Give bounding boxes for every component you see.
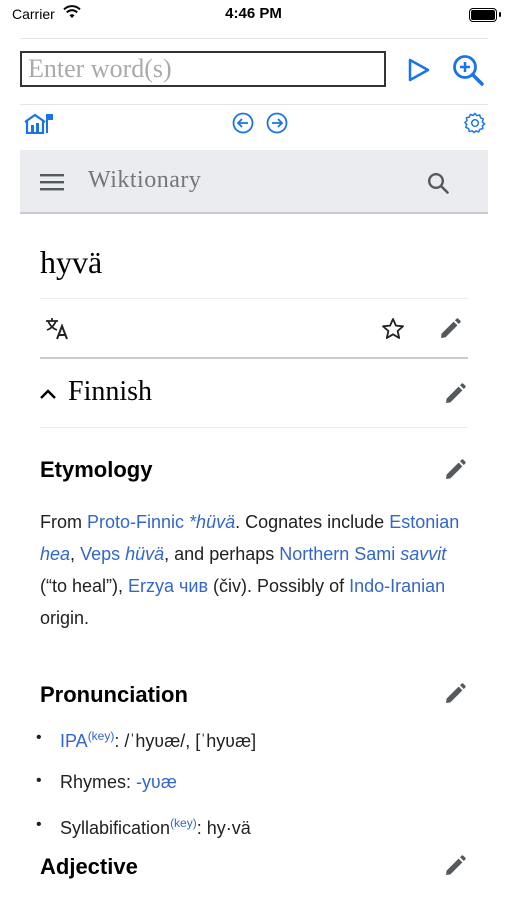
- ipa-item: IPA(key): /ˈhyʋæ/, [ˈhyʋæ]: [36, 729, 257, 752]
- etymology-link[interactable]: Erzya: [128, 576, 179, 596]
- syllabification-item: Syllabification(key): hy·vä: [36, 816, 251, 839]
- etymology-text-run: . Cognates include: [235, 512, 390, 532]
- status-bar: Carrier 4:46 PM: [0, 0, 507, 30]
- syllabification-label: Syllabification: [60, 818, 171, 838]
- arrow-right-circle-icon: [266, 112, 288, 134]
- edit-finnish-button[interactable]: [441, 380, 469, 408]
- toolbar-divider: [20, 104, 488, 105]
- edit-page-button[interactable]: [437, 316, 463, 342]
- zoom-search-button[interactable]: [450, 52, 486, 88]
- home-icon: [24, 113, 53, 134]
- etymology-text-run: (čiv). Possibly of: [208, 576, 350, 596]
- etymology-link[interactable]: Veps: [80, 544, 125, 564]
- etymology-text-run: , and perhaps: [164, 544, 280, 564]
- etymology-text: From Proto-Finnic *hüvä. Cognates includ…: [40, 506, 470, 634]
- settings-button[interactable]: [462, 111, 488, 135]
- language-section-title[interactable]: Finnish: [68, 376, 152, 408]
- etymology-text-run: (“to heal”),: [40, 576, 129, 596]
- gear-icon: [464, 112, 486, 134]
- word-search-field[interactable]: [20, 51, 386, 87]
- etymology-text-run: origin.: [40, 608, 90, 628]
- etymology-link[interactable]: *hüvä: [189, 512, 235, 532]
- zoom-in-icon: [453, 55, 484, 86]
- search-icon: [427, 172, 449, 194]
- go-button[interactable]: [402, 54, 434, 86]
- back-button[interactable]: [231, 111, 255, 135]
- ipa-key-link[interactable]: (key): [88, 729, 115, 743]
- etymology-link[interactable]: чив: [179, 576, 208, 596]
- edit-pronunciation-button[interactable]: [441, 680, 469, 708]
- etymology-link[interactable]: hüvä: [125, 544, 164, 564]
- menu-button[interactable]: [38, 170, 66, 194]
- translate-icon: [46, 318, 68, 340]
- etymology-heading: Etymology: [40, 457, 153, 482]
- arrow-left-circle-icon: [232, 112, 254, 134]
- section-divider: [40, 427, 468, 428]
- etymology-link[interactable]: hea: [40, 544, 70, 564]
- etymology-link[interactable]: savvit: [400, 544, 446, 564]
- page-title: hyvä: [40, 244, 103, 280]
- pencil-icon: [446, 459, 466, 479]
- hamburger-menu-icon: [40, 174, 64, 191]
- etymology-link[interactable]: Estonian: [389, 512, 459, 532]
- pencil-icon: [446, 683, 466, 703]
- title-divider: [40, 298, 468, 299]
- chevron-up-icon: [40, 389, 56, 399]
- wiki-site-title[interactable]: Wiktionary: [88, 167, 201, 194]
- watch-star-button[interactable]: [380, 316, 406, 342]
- wiki-search-button[interactable]: [424, 170, 452, 196]
- language-button[interactable]: [44, 316, 72, 342]
- wiki-header: Wiktionary: [20, 150, 488, 214]
- adjective-heading: Adjective: [40, 854, 138, 879]
- etymology-link[interactable]: Indo-Iranian: [349, 576, 445, 596]
- word-search-input[interactable]: [22, 53, 384, 85]
- etymology-link[interactable]: Northern Sami: [279, 544, 400, 564]
- pencil-icon: [441, 318, 461, 338]
- pencil-icon: [446, 383, 466, 403]
- actions-divider: [40, 357, 468, 359]
- rhymes-link[interactable]: -yʋæ: [136, 772, 177, 792]
- clock: 4:46 PM: [225, 5, 282, 22]
- play-icon: [408, 58, 430, 82]
- etymology-text-run: ,: [70, 544, 81, 564]
- syllabification-key-link[interactable]: (key): [170, 816, 197, 830]
- syllabification-value: : hy·vä: [196, 818, 251, 838]
- pronunciation-heading: Pronunciation: [40, 682, 188, 707]
- star-icon: [382, 318, 404, 339]
- forward-button[interactable]: [265, 111, 289, 135]
- edit-etymology-button[interactable]: [441, 456, 469, 484]
- battery-cap: [499, 12, 501, 17]
- ipa-value: : /ˈhyʋæ/, [ˈhyʋæ]: [114, 731, 257, 751]
- pencil-icon: [446, 855, 466, 875]
- collapse-section-button[interactable]: [38, 384, 58, 404]
- etymology-text-run: From: [40, 512, 87, 532]
- top-divider: [20, 38, 488, 39]
- edit-adjective-button[interactable]: [441, 852, 469, 880]
- etymology-link[interactable]: Proto-Finnic: [87, 512, 189, 532]
- rhymes-item: Rhymes: -yʋæ: [36, 772, 177, 793]
- ipa-link[interactable]: IPA: [60, 731, 88, 751]
- rhymes-label: Rhymes:: [60, 772, 137, 792]
- home-button[interactable]: [22, 111, 56, 135]
- pronunciation-list: IPA(key): /ˈhyʋæ/, [ˈhyʋæ] Rhymes: -yʋæ …: [36, 726, 470, 846]
- battery-icon: [469, 8, 497, 22]
